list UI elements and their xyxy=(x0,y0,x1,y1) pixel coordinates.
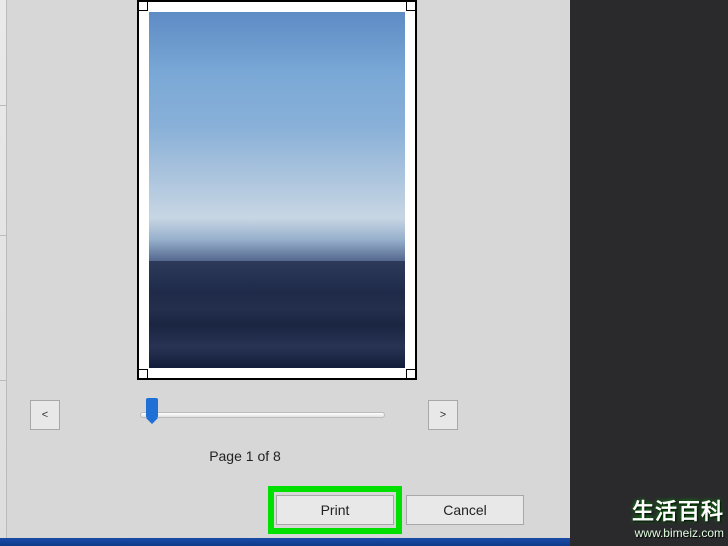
print-button[interactable]: Print xyxy=(276,495,394,525)
sidebar-edge xyxy=(0,0,7,546)
preview-image xyxy=(149,12,405,368)
print-dialog: < > Page 1 of 8 Print Cancel xyxy=(0,0,570,546)
watermark-text: 生活百科 xyxy=(632,494,724,526)
crop-marker-bottom-left xyxy=(138,369,148,379)
zoom-slider-track[interactable] xyxy=(140,412,385,418)
print-preview-frame xyxy=(137,0,417,380)
next-page-button[interactable]: > xyxy=(428,400,458,430)
watermark-url: www.bimeiz.com xyxy=(632,526,724,540)
zoom-slider-thumb[interactable] xyxy=(146,398,158,418)
crop-marker-bottom-right xyxy=(406,369,416,379)
app-background: 生活百科 www.bimeiz.com xyxy=(570,0,728,546)
taskbar xyxy=(0,538,570,546)
crop-marker-top-right xyxy=(406,1,416,11)
watermark: 生活百科 www.bimeiz.com xyxy=(632,494,724,540)
cancel-button[interactable]: Cancel xyxy=(406,495,524,525)
previous-page-button[interactable]: < xyxy=(30,400,60,430)
crop-marker-top-left xyxy=(138,1,148,11)
page-indicator: Page 1 of 8 xyxy=(0,448,490,464)
